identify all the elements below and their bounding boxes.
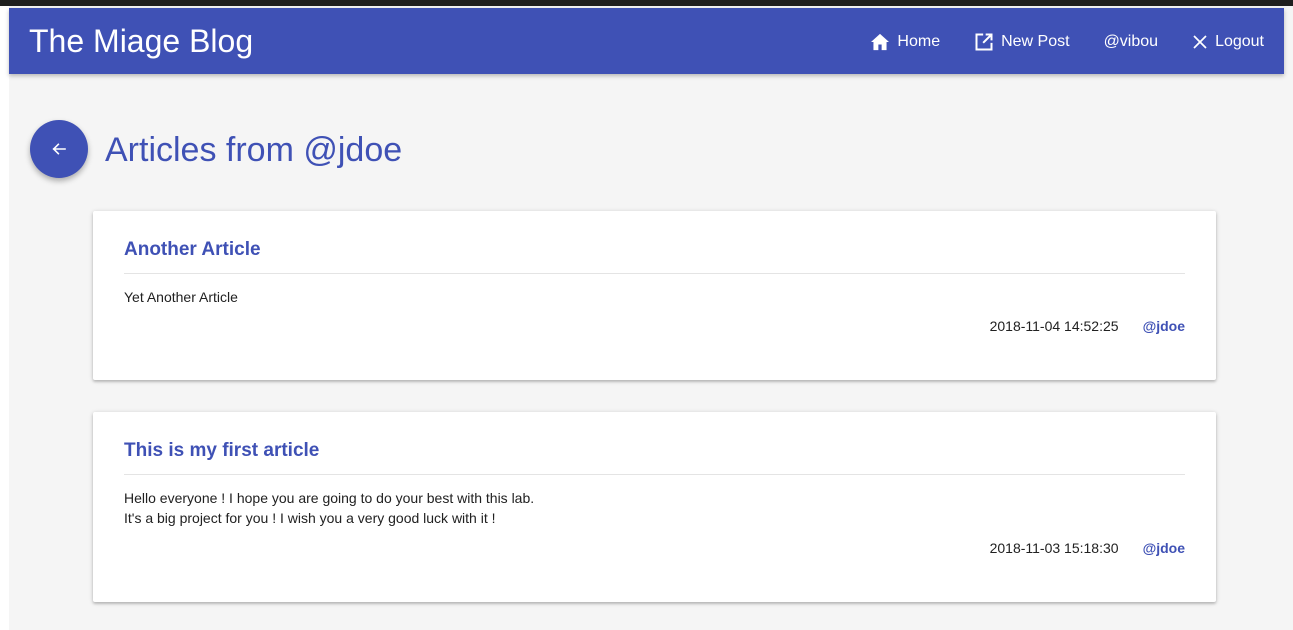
arrow-left-icon (52, 143, 66, 155)
brand-title[interactable]: The Miage Blog (29, 22, 253, 60)
nav-new-post-label: New Post (1001, 33, 1070, 50)
article-divider (124, 474, 1185, 475)
article-body-line: It's a big project for you ! I wish you … (124, 510, 496, 526)
article-date: 2018-11-04 14:52:25 (989, 318, 1119, 334)
nav-new-post[interactable]: New Post (974, 32, 1070, 52)
main-nav: Home New Post @vibou Logout (836, 30, 1264, 54)
open-in-new-icon (975, 33, 993, 51)
article-body-line: Yet Another Article (124, 289, 238, 305)
app-bar: The Miage Blog Home New Post @vibou Logo… (9, 8, 1284, 74)
nav-logout-label: Logout (1215, 33, 1264, 50)
article-body-line: Hello everyone ! I hope you are going to… (124, 490, 535, 506)
article-card: Another Article Yet Another Article 2018… (93, 211, 1216, 380)
page: The Miage Blog Home New Post @vibou Logo… (0, 0, 1293, 630)
article-author-link[interactable]: @jdoe (1143, 318, 1185, 334)
close-icon (1193, 35, 1207, 49)
page-title: Articles from @jdoe (105, 131, 403, 169)
nav-home[interactable]: Home (870, 33, 940, 51)
article-title[interactable]: This is my first article (124, 440, 319, 462)
nav-logout[interactable]: Logout (1192, 33, 1264, 51)
article-body: Hello everyone ! I hope you are going to… (124, 488, 534, 528)
nav-home-label: Home (897, 33, 941, 50)
article-date: 2018-11-03 15:18:30 (989, 540, 1119, 556)
article-body: Yet Another Article (124, 287, 238, 307)
article-card: This is my first article Hello everyone … (93, 412, 1216, 602)
article-meta: 2018-11-04 14:52:25 @jdoe (990, 318, 1185, 334)
article-title[interactable]: Another Article (124, 239, 261, 261)
back-button[interactable] (30, 120, 88, 178)
nav-user[interactable]: @vibou (1104, 33, 1159, 51)
nav-user-label: @vibou (1103, 33, 1159, 50)
article-meta: 2018-11-03 15:18:30 @jdoe (990, 540, 1185, 556)
article-author-link[interactable]: @jdoe (1143, 540, 1185, 556)
article-divider (124, 273, 1185, 274)
home-icon (871, 33, 890, 51)
